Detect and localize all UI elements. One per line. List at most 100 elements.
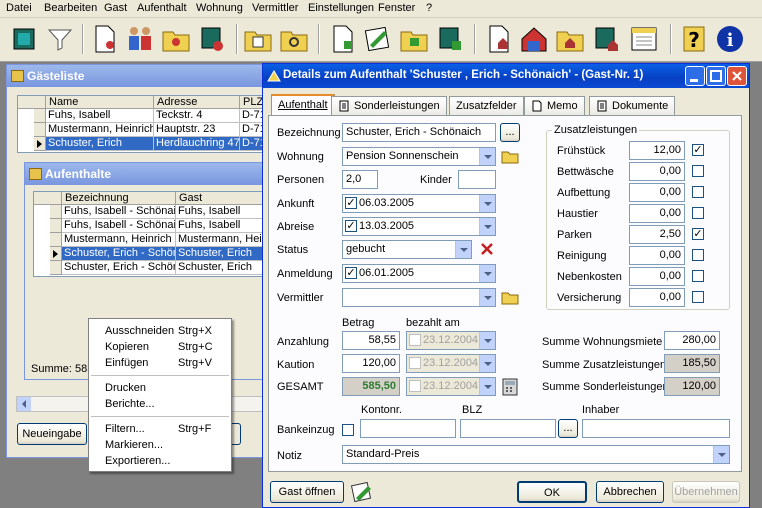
context-item-drucken[interactable]: Drucken xyxy=(105,382,146,394)
menu-aufenthalt[interactable]: Aufenthalt xyxy=(137,2,187,14)
personen-field[interactable]: 2,0 xyxy=(342,170,378,189)
notiz-select[interactable]: Standard-Preis xyxy=(342,445,730,464)
table-cell-selected[interactable]: Schuster, Erich - Schönai xyxy=(62,247,176,261)
help-icon[interactable]: ? xyxy=(678,23,710,55)
filter-icon[interactable] xyxy=(44,23,76,55)
menu-bearbeiten[interactable]: Bearbeiten xyxy=(44,2,97,14)
stay-folder-icon[interactable] xyxy=(242,23,274,55)
apartment-pen-icon[interactable] xyxy=(362,23,394,55)
zusatz-checkbox-aufbettung[interactable] xyxy=(692,186,704,198)
guest-document-icon[interactable] xyxy=(88,23,120,55)
guest-grid[interactable]: Name Adresse PLZ Fuhs, Isabell Teckstr. … xyxy=(17,95,269,153)
stays-titlebar[interactable]: Aufenthalte xyxy=(25,163,267,185)
table-cell-selected[interactable]: Herdlauchring 47 xyxy=(154,137,240,151)
anzahlung-field[interactable]: 58,55 xyxy=(342,331,400,350)
table-cell[interactable]: Fuhs, Isabell - Schönaich xyxy=(62,219,176,233)
context-item-berichte[interactable]: Berichte... xyxy=(105,398,155,410)
table-cell[interactable]: Fuhs, Isabell - Schönaich xyxy=(62,205,176,219)
blz-browse-button[interactable]: ... xyxy=(558,419,578,438)
kinder-field[interactable] xyxy=(458,170,496,189)
zusatz-value-bettwaesche[interactable]: 0,00 xyxy=(629,162,685,181)
bezeichnung-field[interactable]: Schuster, Erich - Schönaich xyxy=(342,123,496,142)
tab-zusatzfelder[interactable]: Zusatzfelder xyxy=(449,96,524,115)
zusatz-checkbox-parken[interactable]: ✓ xyxy=(692,228,704,240)
zusatz-checkbox-nebenkosten[interactable] xyxy=(692,270,704,282)
table-cell[interactable]: Fuhs, Isabell xyxy=(176,219,268,233)
chevron-down-icon[interactable] xyxy=(479,148,495,165)
chevron-down-icon[interactable] xyxy=(479,332,495,349)
maximize-button[interactable] xyxy=(706,66,726,86)
inhaber-field[interactable] xyxy=(582,419,730,438)
tab-sonderleistungen[interactable]: Sonderleistungen xyxy=(331,96,447,115)
context-item-kopieren[interactable]: Kopieren xyxy=(105,341,149,353)
zusatz-checkbox-reinigung[interactable] xyxy=(692,249,704,261)
ankunft-datepicker[interactable]: ✓ 06.03.2005 xyxy=(342,194,496,213)
chevron-down-icon[interactable] xyxy=(479,195,495,212)
zusatz-value-versicherung[interactable]: 0,00 xyxy=(629,288,685,307)
open-folder-icon[interactable] xyxy=(500,147,520,165)
zusatz-value-haustier[interactable]: 0,00 xyxy=(629,204,685,223)
zusatz-value-aufbettung[interactable]: 0,00 xyxy=(629,183,685,202)
table-cell[interactable]: Mustermann, Heinr xyxy=(176,233,268,247)
context-item-filtern[interactable]: Filtern... xyxy=(105,423,145,435)
open-guest-button[interactable]: Gast öffnen xyxy=(270,481,344,503)
kontonr-field[interactable] xyxy=(360,419,456,438)
chevron-down-icon[interactable] xyxy=(713,446,729,463)
table-cell[interactable]: Fuhs, Isabell xyxy=(46,109,154,123)
ankunft-checkbox[interactable]: ✓ xyxy=(345,197,357,209)
table-cell[interactable]: Fuhs, Isabell xyxy=(176,205,268,219)
close-button[interactable] xyxy=(727,66,747,86)
column-header-name[interactable]: Name xyxy=(46,96,154,109)
calculator-icon[interactable] xyxy=(501,378,519,396)
kaution-field[interactable]: 120,00 xyxy=(342,354,400,373)
gesamt-date-picker[interactable]: 23.12.2004 xyxy=(406,377,496,396)
tab-aufenthalt[interactable]: Aufenthalt xyxy=(271,94,335,116)
apartment-box-icon[interactable] xyxy=(434,23,466,55)
table-cell-selected[interactable]: Schuster, Erich xyxy=(46,137,154,151)
chevron-down-icon[interactable] xyxy=(455,241,471,258)
dialog-titlebar[interactable]: Details zum Aufenthalt 'Schuster , Erich… xyxy=(263,64,749,88)
wohnung-select[interactable]: Pension Sonnenschein xyxy=(342,147,496,166)
chevron-down-icon[interactable] xyxy=(479,218,495,235)
menu-einstellungen[interactable]: Einstellungen xyxy=(308,2,374,14)
scroll-left-button[interactable] xyxy=(17,397,31,411)
menu-datei[interactable]: Datei xyxy=(6,2,32,14)
stays-grid[interactable]: Bezeichnung Gast Fuhs, Isabell - Schönai… xyxy=(33,191,269,277)
tab-memo[interactable]: Memo xyxy=(524,96,585,115)
abreise-checkbox[interactable]: ✓ xyxy=(345,220,357,232)
status-select[interactable]: gebucht xyxy=(342,240,472,259)
table-cell[interactable]: Schuster, Erich xyxy=(176,261,268,275)
guest-folder-icon[interactable] xyxy=(160,23,192,55)
context-item-exportieren[interactable]: Exportieren... xyxy=(105,455,170,467)
minimize-button[interactable] xyxy=(685,66,705,86)
guest-list-titlebar[interactable]: Gästeliste xyxy=(7,65,267,87)
zusatz-checkbox-haustier[interactable] xyxy=(692,207,704,219)
menu-help[interactable]: ? xyxy=(426,2,432,14)
bezeichnung-browse-button[interactable]: ... xyxy=(500,123,520,142)
exit-icon[interactable] xyxy=(8,23,40,55)
column-header-gast[interactable]: Gast xyxy=(176,192,268,205)
menu-wohnung[interactable]: Wohnung xyxy=(196,2,243,14)
table-cell[interactable]: Schuster, Erich - Schöna xyxy=(62,261,176,275)
calendar-icon[interactable] xyxy=(628,23,660,55)
chevron-down-icon[interactable] xyxy=(479,265,495,282)
apartment-folder-icon[interactable] xyxy=(398,23,430,55)
agent-house-icon[interactable] xyxy=(518,23,550,55)
delete-icon[interactable] xyxy=(478,240,496,258)
table-cell-selected[interactable]: Schuster, Erich xyxy=(176,247,268,261)
ok-button[interactable]: OK xyxy=(517,481,587,503)
menu-gast[interactable]: Gast xyxy=(104,2,127,14)
anmeldung-datepicker[interactable]: ✓ 06.01.2005 xyxy=(342,264,496,283)
tab-dokumente[interactable]: Dokumente xyxy=(589,96,676,115)
zusatz-checkbox-fruehstueck[interactable]: ✓ xyxy=(692,144,704,156)
zusatz-value-reinigung[interactable]: 0,00 xyxy=(629,246,685,265)
chevron-down-icon[interactable] xyxy=(479,378,495,395)
kaution-date-picker[interactable]: 23.12.2004 xyxy=(406,354,496,373)
zusatz-value-fruehstueck[interactable]: 12,00 xyxy=(629,141,685,160)
cancel-button[interactable]: Abbrechen xyxy=(596,481,664,503)
context-item-markieren[interactable]: Markieren... xyxy=(105,439,163,451)
anmeldung-checkbox[interactable]: ✓ xyxy=(345,267,357,279)
apartment-document-icon[interactable] xyxy=(326,23,358,55)
stay-search-icon[interactable] xyxy=(278,23,310,55)
table-cell[interactable]: Mustermann, Heinrich xyxy=(46,123,154,137)
